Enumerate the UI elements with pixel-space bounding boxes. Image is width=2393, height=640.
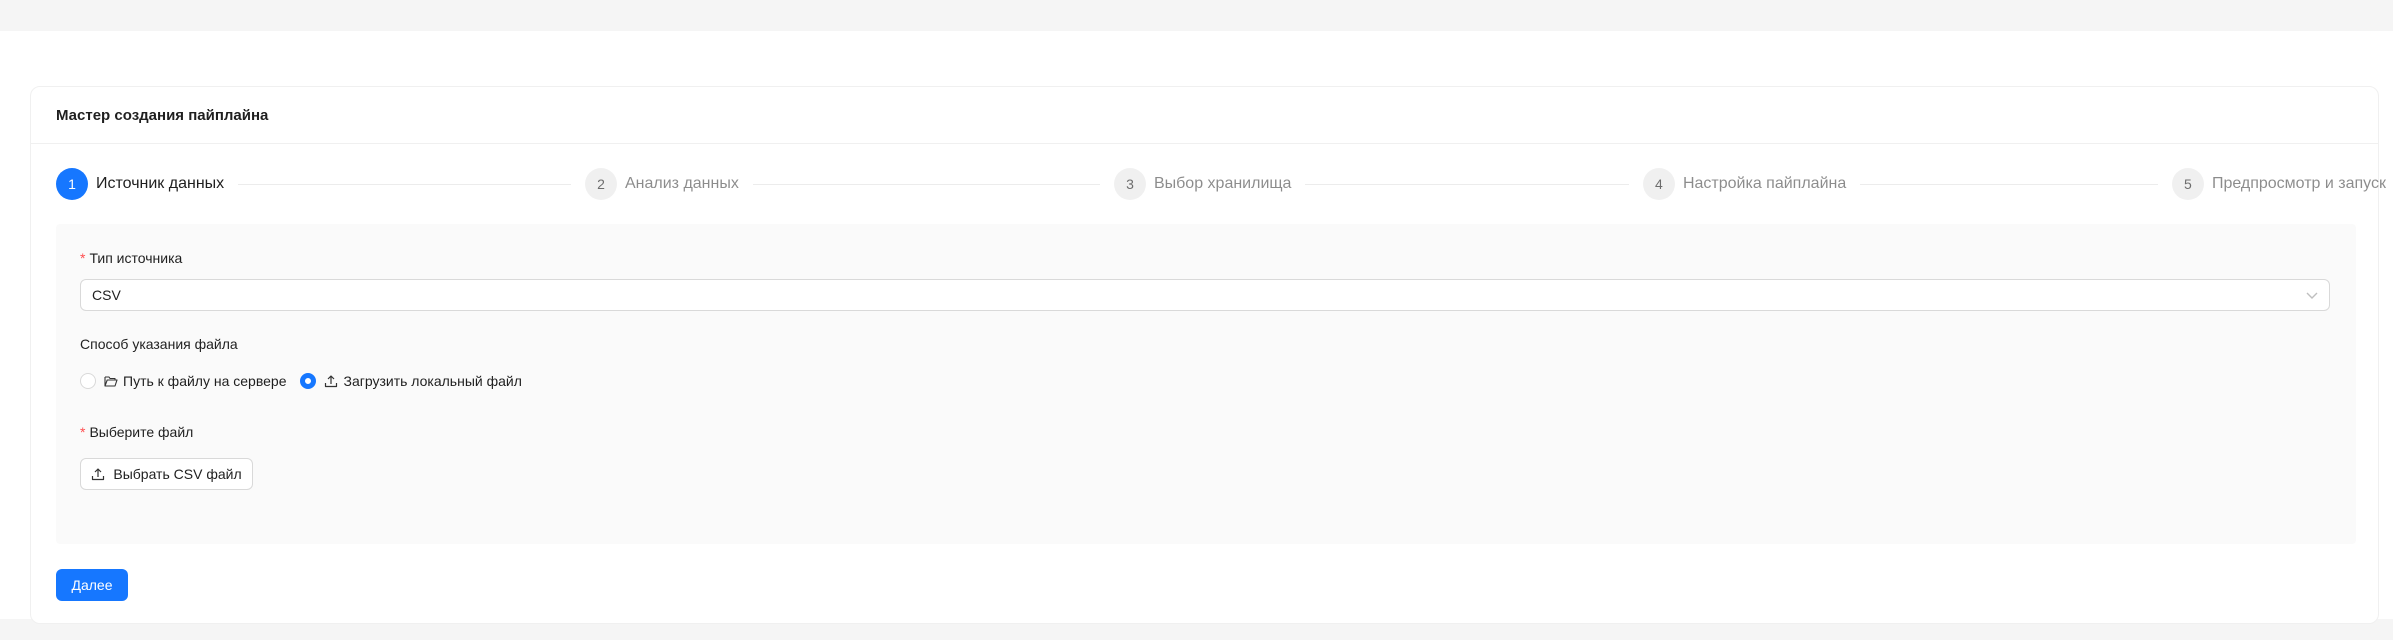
folder-open-icon (104, 376, 118, 387)
radio-upload-local[interactable]: Загрузить локальный файл (300, 373, 522, 389)
step-connector (1305, 183, 1629, 185)
step-label: Выбор хранилища (1153, 175, 1292, 192)
next-button[interactable]: Далее (56, 569, 128, 601)
step-connector (238, 183, 571, 185)
page-container: Мастер создания пайплайна 1 Источник дан… (0, 31, 2393, 624)
step-number: 1 (56, 168, 88, 200)
step-number: 5 (2171, 168, 2204, 200)
source-type-label: * Тип источника (80, 250, 182, 266)
file-method-label: Способ указания файла (80, 336, 238, 352)
step-analysis[interactable]: 2 Анализ данных (584, 168, 1114, 200)
radio-button-checked[interactable] (300, 373, 317, 389)
select-csv-file-button[interactable]: Выбрать CSV файл (80, 458, 253, 490)
step-label: Источник данных (96, 175, 225, 192)
file-method-radio-group: Путь к файлу на сервере Загрузить локаль… (80, 370, 536, 392)
upload-icon (325, 375, 338, 388)
step-preview-launch[interactable]: 5 Предпросмотр и запуск (2171, 168, 2386, 200)
file-picker-label: * Выберите файл (80, 424, 193, 440)
radio-server-path[interactable]: Путь к файлу на сервере (80, 373, 286, 389)
step-number: 3 (1113, 168, 1146, 200)
source-type-label-text: Тип источника (89, 250, 183, 266)
step-pipeline-settings[interactable]: 4 Настройка пайплайна (1642, 168, 2172, 200)
wizard-card: Мастер создания пайплайна 1 Источник дан… (30, 86, 2386, 624)
step-label: Анализ данных (624, 175, 739, 192)
steps-bar: 1 Источник данных 2 Анализ данных 3 Выбо… (56, 167, 2386, 201)
source-type-value: CSV (92, 287, 121, 303)
radio-label: Путь к файлу на сервере (123, 373, 287, 389)
source-type-select[interactable]: CSV (80, 279, 2330, 311)
step-connector (752, 183, 1100, 185)
upload-icon (92, 468, 105, 481)
radio-button[interactable] (80, 373, 96, 389)
chevron-down-icon (2306, 292, 2318, 299)
step-source[interactable]: 1 Источник данных (56, 168, 585, 200)
step-number: 2 (584, 168, 617, 200)
required-mark: * (80, 424, 86, 440)
step-label: Настройка пайплайна (1682, 175, 1847, 192)
card-title: Мастер создания пайплайна (31, 87, 2378, 144)
step-number: 4 (1642, 168, 1675, 200)
step-connector (1860, 183, 2158, 185)
step-storage[interactable]: 3 Выбор хранилища (1113, 168, 1643, 200)
file-picker-label-text: Выберите файл (89, 424, 194, 440)
step-label: Предпросмотр и запуск (2211, 175, 2386, 192)
select-csv-file-label: Выбрать CSV файл (113, 466, 242, 482)
radio-label: Загрузить локальный файл (343, 373, 522, 389)
form-panel: * Тип источника CSV Способ указания файла… (56, 224, 2356, 544)
required-mark: * (80, 250, 86, 266)
